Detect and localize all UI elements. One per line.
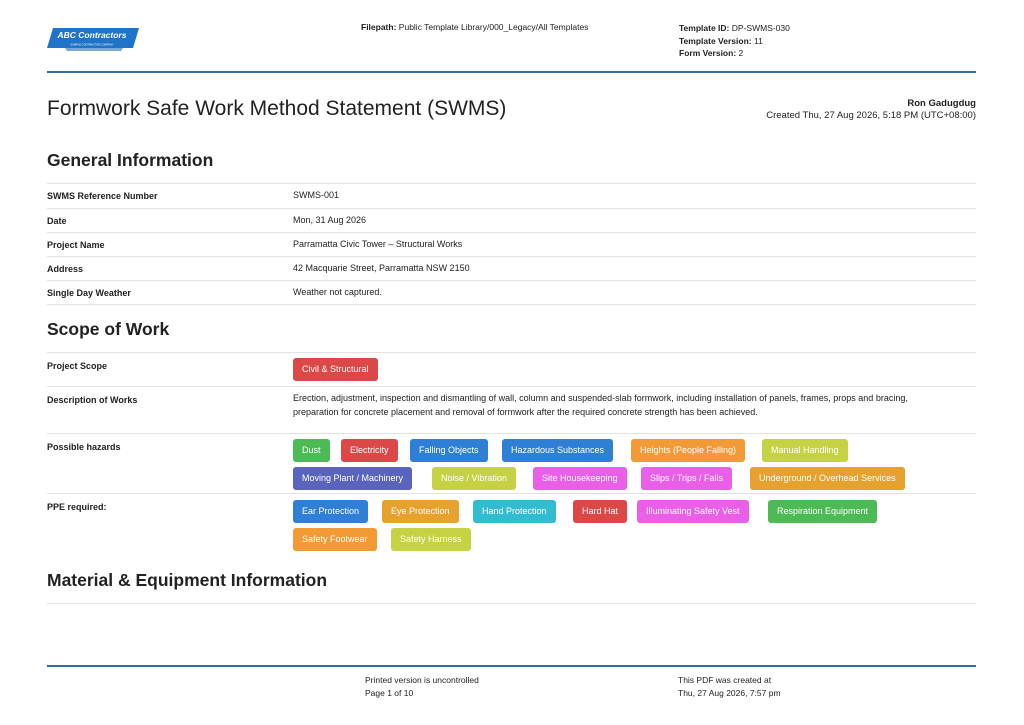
hazard-tag: Heights (People Falling): [631, 439, 746, 462]
info-row: SWMS Reference Number SWMS-001: [47, 183, 976, 208]
logo-text: ABC Contractors: [57, 30, 127, 40]
description-label: Description of Works: [47, 395, 138, 405]
info-row-label: Date: [47, 216, 67, 226]
page-number: Page 1 of 10: [365, 687, 414, 698]
footer-right: This PDF was created at Thu, 27 Aug 2026…: [678, 674, 781, 699]
template-version-label: Template Version:: [679, 35, 752, 46]
ppe-tag: Eye Protection: [382, 500, 459, 523]
project-scope-row: Project Scope Civil & Structural: [47, 352, 976, 386]
section-heading-material: Material & Equipment Information: [47, 570, 328, 590]
author-block: Ron Gadugdug Created Thu, 27 Aug 2026, 5…: [766, 98, 976, 122]
divider: [47, 603, 976, 604]
header-divider: [47, 71, 976, 73]
info-row-value: 42 Macquarie Street, Parramatta NSW 2150: [293, 263, 470, 273]
info-row: Single Day Weather Weather not captured.: [47, 280, 976, 304]
description-text: Erection, adjustment, inspection and dis…: [293, 392, 975, 419]
section-heading-scope: Scope of Work: [47, 319, 170, 339]
hazards-row: Possible hazards Dust Electricity Fallin…: [47, 433, 976, 493]
section-heading-general: General Information: [47, 150, 214, 170]
info-row-label: Single Day Weather: [47, 288, 131, 298]
ppe-row: PPE required: Ear Protection Eye Protect…: [47, 493, 976, 555]
filepath-label: Filepath:: [361, 22, 397, 32]
hazard-tag: Manual Handling: [762, 439, 848, 462]
info-row-value: Weather not captured.: [293, 287, 382, 297]
logo-subtext: SAMPLE CONTRACTOR COMPANY: [70, 43, 113, 47]
hazard-tag: Moving Plant / Machinery: [293, 467, 413, 490]
filepath: Filepath: Public Template Library/000_Le…: [361, 22, 588, 32]
created-timestamp: Created Thu, 27 Aug 2026, 5:18 PM (UTC+0…: [766, 110, 976, 121]
ppe-label: PPE required:: [47, 502, 107, 512]
page-header: ABC Contractors SAMPLE CONTRACTOR COMPAN…: [0, 0, 1024, 74]
template-id-label: Template ID:: [679, 23, 730, 33]
info-row: Date Mon, 31 Aug 2026: [47, 208, 976, 232]
footer-left: Printed version is uncontrolled Page 1 o…: [365, 674, 479, 699]
template-meta: Template ID: DP-SWMS-030 Template Versio…: [679, 22, 790, 60]
ppe-tag: Respiration Equipment: [768, 500, 878, 523]
author-name: Ron Gadugdug: [907, 98, 976, 109]
ppe-tag: Safety Harness: [391, 528, 471, 551]
description-row: Description of Works Erection, adjustmen…: [47, 386, 976, 433]
info-row-value: SWMS-001: [293, 190, 340, 200]
info-row: Project Name Parramatta Civic Tower – St…: [47, 232, 976, 256]
info-row-label: Address: [47, 264, 84, 274]
pdf-created-label: This PDF was created at: [678, 675, 772, 685]
info-row-label: SWMS Reference Number: [47, 191, 158, 201]
hazard-tag: Dust: [293, 439, 330, 462]
hazard-tag: Electricity: [341, 439, 398, 462]
description-line: preparation for concrete placement and r…: [293, 406, 758, 417]
hazards-label: Possible hazards: [47, 442, 121, 452]
description-line: Erection, adjustment, inspection and dis…: [293, 393, 908, 403]
form-version-value: 2: [738, 48, 744, 58]
ppe-tag: Hand Protection: [473, 500, 556, 523]
company-logo: ABC Contractors SAMPLE CONTRACTOR COMPAN…: [47, 28, 139, 51]
ppe-tag: Illuminating Safety Vest: [637, 500, 749, 523]
footer-divider: [47, 665, 976, 667]
filepath-value: Public Template Library/000_Legacy/All T…: [398, 22, 589, 32]
divider: [47, 304, 976, 305]
hazard-tag: Site Housekeeping: [533, 467, 627, 490]
info-row-label: Project Name: [47, 240, 105, 250]
pdf-created-value: Thu, 27 Aug 2026, 7:57 pm: [678, 687, 781, 698]
info-row-value: Parramatta Civic Tower – Structural Work…: [293, 239, 463, 249]
ppe-tag: Hard Hat: [573, 500, 628, 523]
hazard-tag: Noise / Vibration: [432, 467, 516, 490]
hazard-tag: Slips / Trips / Falls: [641, 467, 733, 490]
info-row: Address 42 Macquarie Street, Parramatta …: [47, 256, 976, 280]
document-title: Formwork Safe Work Method Statement (SWM…: [47, 97, 507, 120]
ppe-tag: Ear Protection: [293, 500, 369, 523]
ppe-tag: Safety Footwear: [293, 528, 377, 551]
hazard-tag: Falling Objects: [410, 439, 488, 462]
template-version-value: 11: [753, 35, 763, 46]
form-version-label: Form Version:: [679, 48, 737, 58]
uncontrolled-notice: Printed version is uncontrolled: [365, 675, 479, 685]
project-scope-label: Project Scope: [47, 361, 108, 371]
info-row-value: Mon, 31 Aug 2026: [293, 215, 367, 225]
hazard-tag: Underground / Overhead Services: [750, 467, 905, 490]
template-id-value: DP-SWMS-030: [731, 23, 790, 33]
hazard-tag: Hazardous Substances: [502, 439, 614, 462]
scope-tag: Civil & Structural: [293, 358, 378, 381]
